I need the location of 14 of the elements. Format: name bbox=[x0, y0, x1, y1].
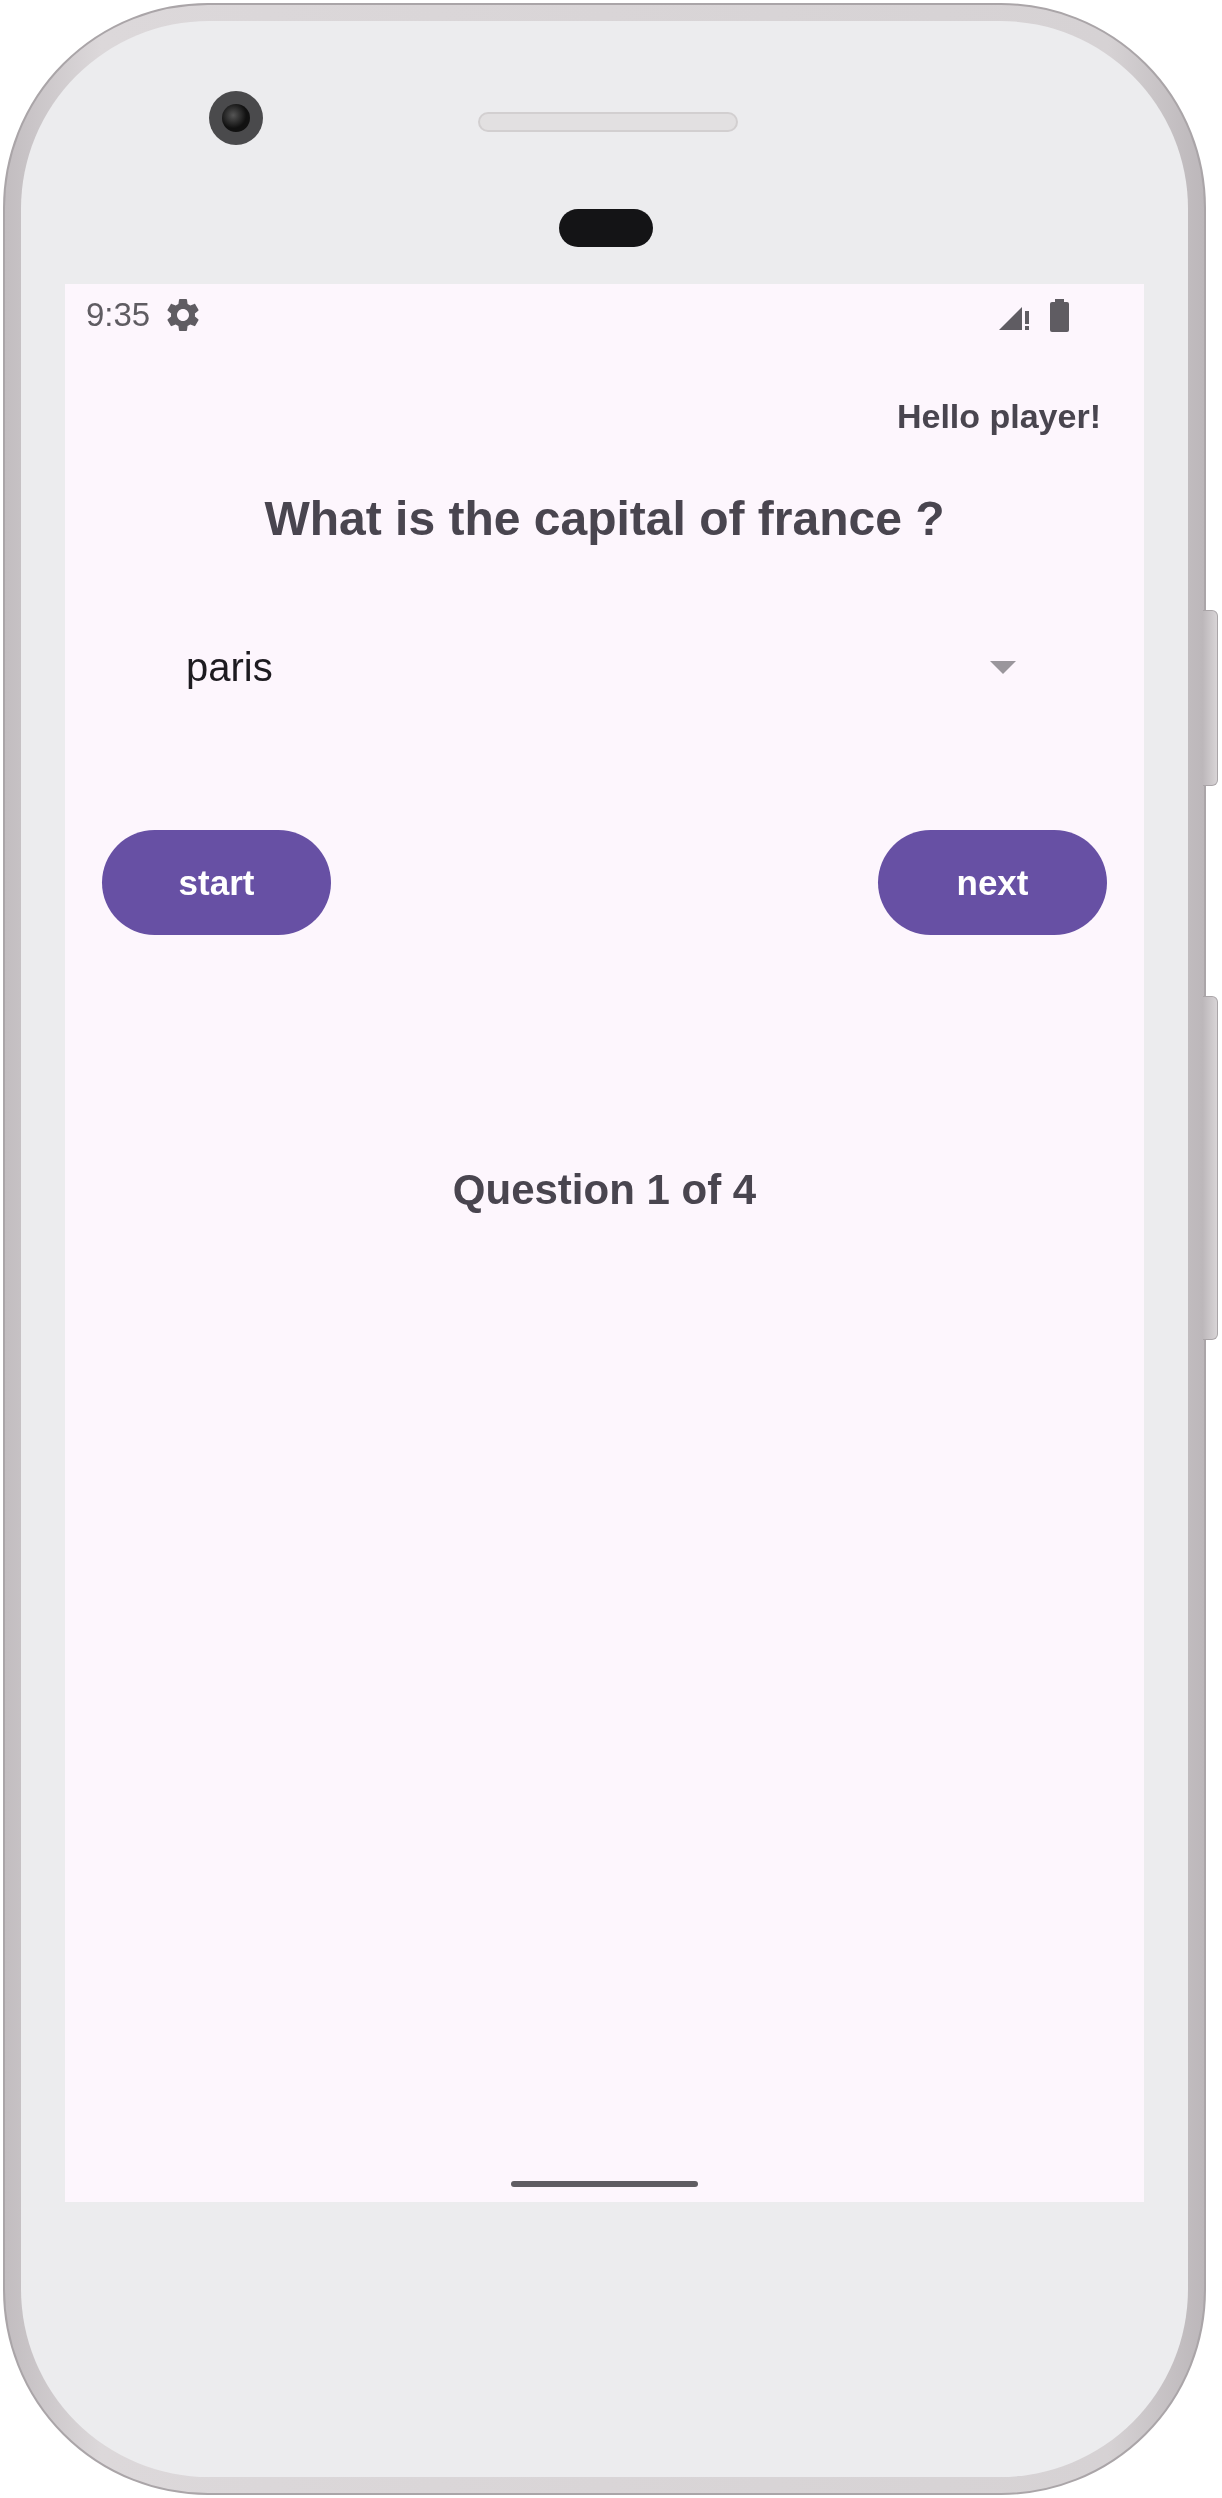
question-text: What is the capital of france ? bbox=[264, 491, 945, 547]
settings-icon bbox=[167, 299, 200, 331]
battery-icon bbox=[1050, 298, 1069, 332]
next-button[interactable]: next bbox=[878, 830, 1107, 935]
gesture-bar[interactable] bbox=[511, 2181, 698, 2187]
start-button[interactable]: start bbox=[102, 830, 331, 935]
greeting-text: Hello player! bbox=[896, 396, 1101, 436]
answer-dropdown[interactable]: paris bbox=[186, 607, 1016, 727]
status-time: 9:35 bbox=[86, 295, 151, 335]
camera-icon bbox=[209, 91, 263, 145]
side-button[interactable] bbox=[1203, 610, 1218, 786]
side-button[interactable] bbox=[1203, 996, 1218, 1340]
caret-icon bbox=[990, 660, 1016, 674]
question-counter: Question 1 of 4 bbox=[452, 1165, 757, 1215]
